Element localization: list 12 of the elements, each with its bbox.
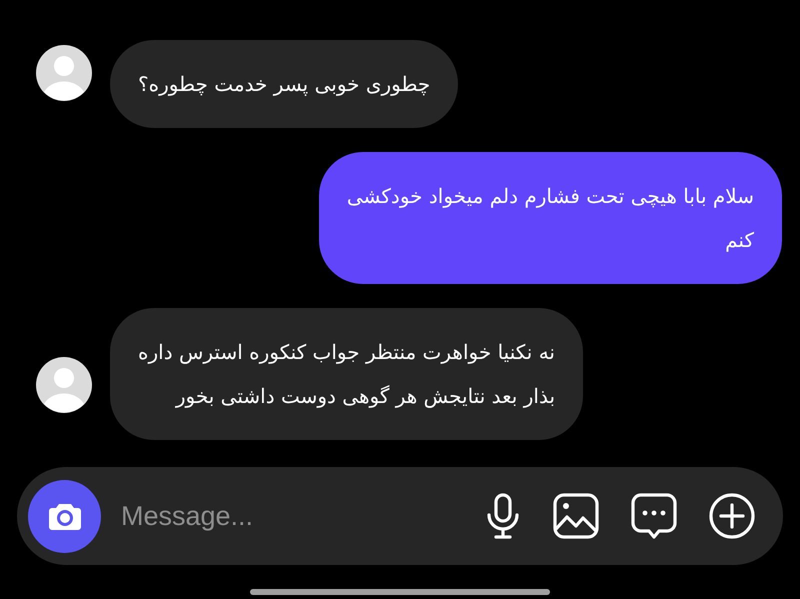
camera-button[interactable] [28, 480, 101, 552]
image-icon[interactable] [553, 493, 599, 539]
add-icon[interactable] [709, 493, 755, 539]
avatar-icon[interactable] [36, 357, 92, 413]
chat-bubble-icon[interactable] [631, 493, 677, 539]
message-bubble: نه نکنیا خواهرت منتظر جواب کنکوره استرس داره بذار بعد نتایجش هر گوهی دوست داشتی بخور [110, 308, 584, 440]
message-bubble: چطوری خوبی پسر خدمت چطوره؟ [110, 40, 458, 128]
message-input[interactable]: Message... [119, 500, 453, 532]
message-bubble: سلام بابا هیچی تحت فشارم دلم میخواد خودکشی کنم [318, 152, 782, 284]
microphone-icon[interactable] [485, 493, 521, 539]
avatar-icon[interactable] [36, 45, 92, 101]
camera-icon [48, 501, 82, 531]
